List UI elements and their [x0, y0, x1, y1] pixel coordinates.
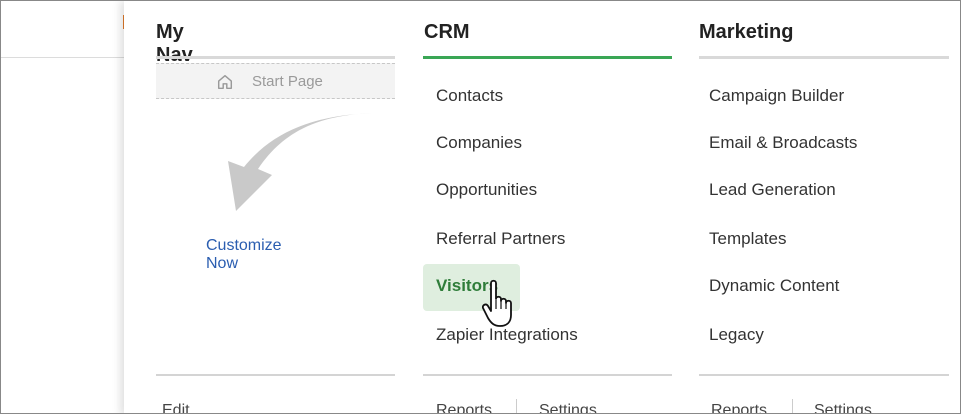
menu-item-dynamic-content[interactable]: Dynamic Content	[709, 276, 839, 296]
menu-item-contacts[interactable]: Contacts	[436, 86, 503, 106]
edit-link[interactable]: Edit	[162, 402, 190, 413]
menu-item-opportunities[interactable]: Opportunities	[436, 180, 537, 200]
crm-reports-link[interactable]: Reports	[436, 402, 492, 413]
top-bar	[1, 1, 125, 58]
bottom-rule-marketing	[699, 374, 949, 376]
menu-item-templates[interactable]: Templates	[709, 229, 786, 249]
column-title-my-nav: My Nav	[156, 21, 193, 66]
crm-settings-link[interactable]: Settings	[539, 402, 597, 413]
bottom-rule-crm	[423, 374, 672, 376]
column-title-crm: CRM	[424, 21, 470, 43]
marketing-settings-link[interactable]: Settings	[814, 402, 872, 413]
hand-pointer-icon	[482, 279, 512, 327]
menu-item-legacy[interactable]: Legacy	[709, 325, 764, 345]
column-rule-my-nav	[156, 56, 395, 59]
menu-item-campaign-builder[interactable]: Campaign Builder	[709, 86, 844, 106]
marketing-reports-link[interactable]: Reports	[711, 402, 767, 413]
column-rule-marketing	[699, 56, 949, 59]
home-icon	[217, 74, 233, 90]
menu-item-referral-partners[interactable]: Referral Partners	[436, 229, 565, 249]
marketing-footer-divider	[792, 399, 793, 413]
start-page-label: Start Page	[252, 73, 323, 90]
app-frame: My Nav Start Page Customize Now Edit CRM…	[0, 0, 961, 414]
nav-dropdown-panel: My Nav Start Page Customize Now Edit CRM…	[124, 1, 960, 413]
curved-arrow-icon	[228, 113, 384, 211]
bottom-rule-my-nav	[156, 374, 395, 376]
menu-item-lead-generation[interactable]: Lead Generation	[709, 180, 836, 200]
menu-item-email-broadcasts[interactable]: Email & Broadcasts	[709, 133, 857, 153]
column-rule-crm-active	[423, 56, 672, 59]
customize-now-link[interactable]: Customize Now	[206, 237, 282, 273]
crm-footer-divider	[516, 399, 517, 413]
start-page-slot[interactable]: Start Page	[156, 63, 395, 99]
column-title-marketing: Marketing	[699, 21, 794, 43]
menu-item-companies[interactable]: Companies	[436, 133, 522, 153]
